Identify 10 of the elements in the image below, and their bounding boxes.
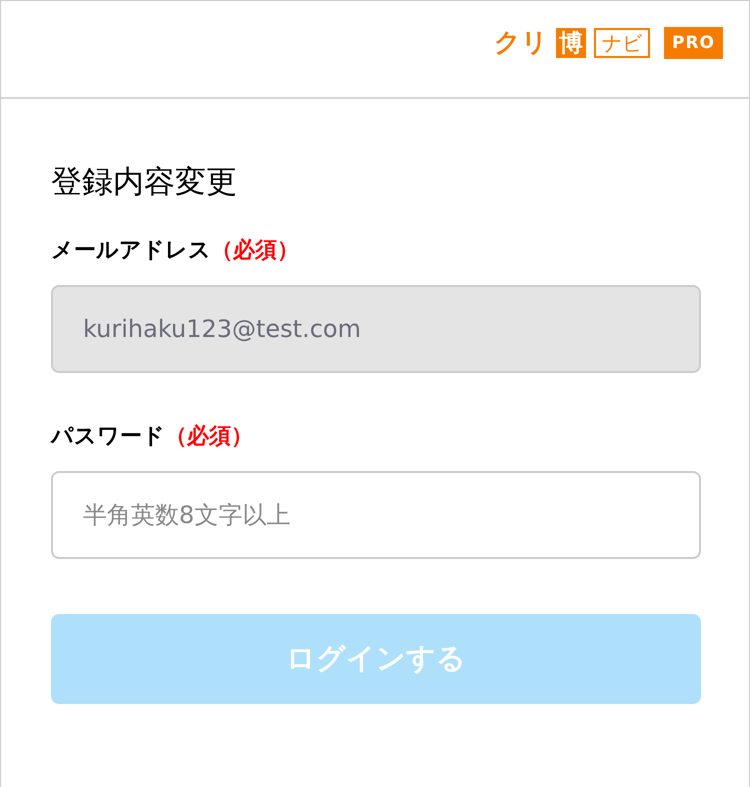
logo-text: クリ [494,28,548,58]
logo-text: ナビ [594,28,650,58]
page-title: 登録内容変更 [51,163,238,202]
field-label: メールアドレス [51,238,211,263]
required-mark: （必須） [165,424,253,449]
input-field[interactable]: 半角英数8文字以上 [51,471,701,559]
logo-text: 博 [556,28,586,58]
required-mark: （必須） [211,238,299,263]
field-label: パスワード [51,424,165,449]
pro-badge: PRO [664,27,723,59]
